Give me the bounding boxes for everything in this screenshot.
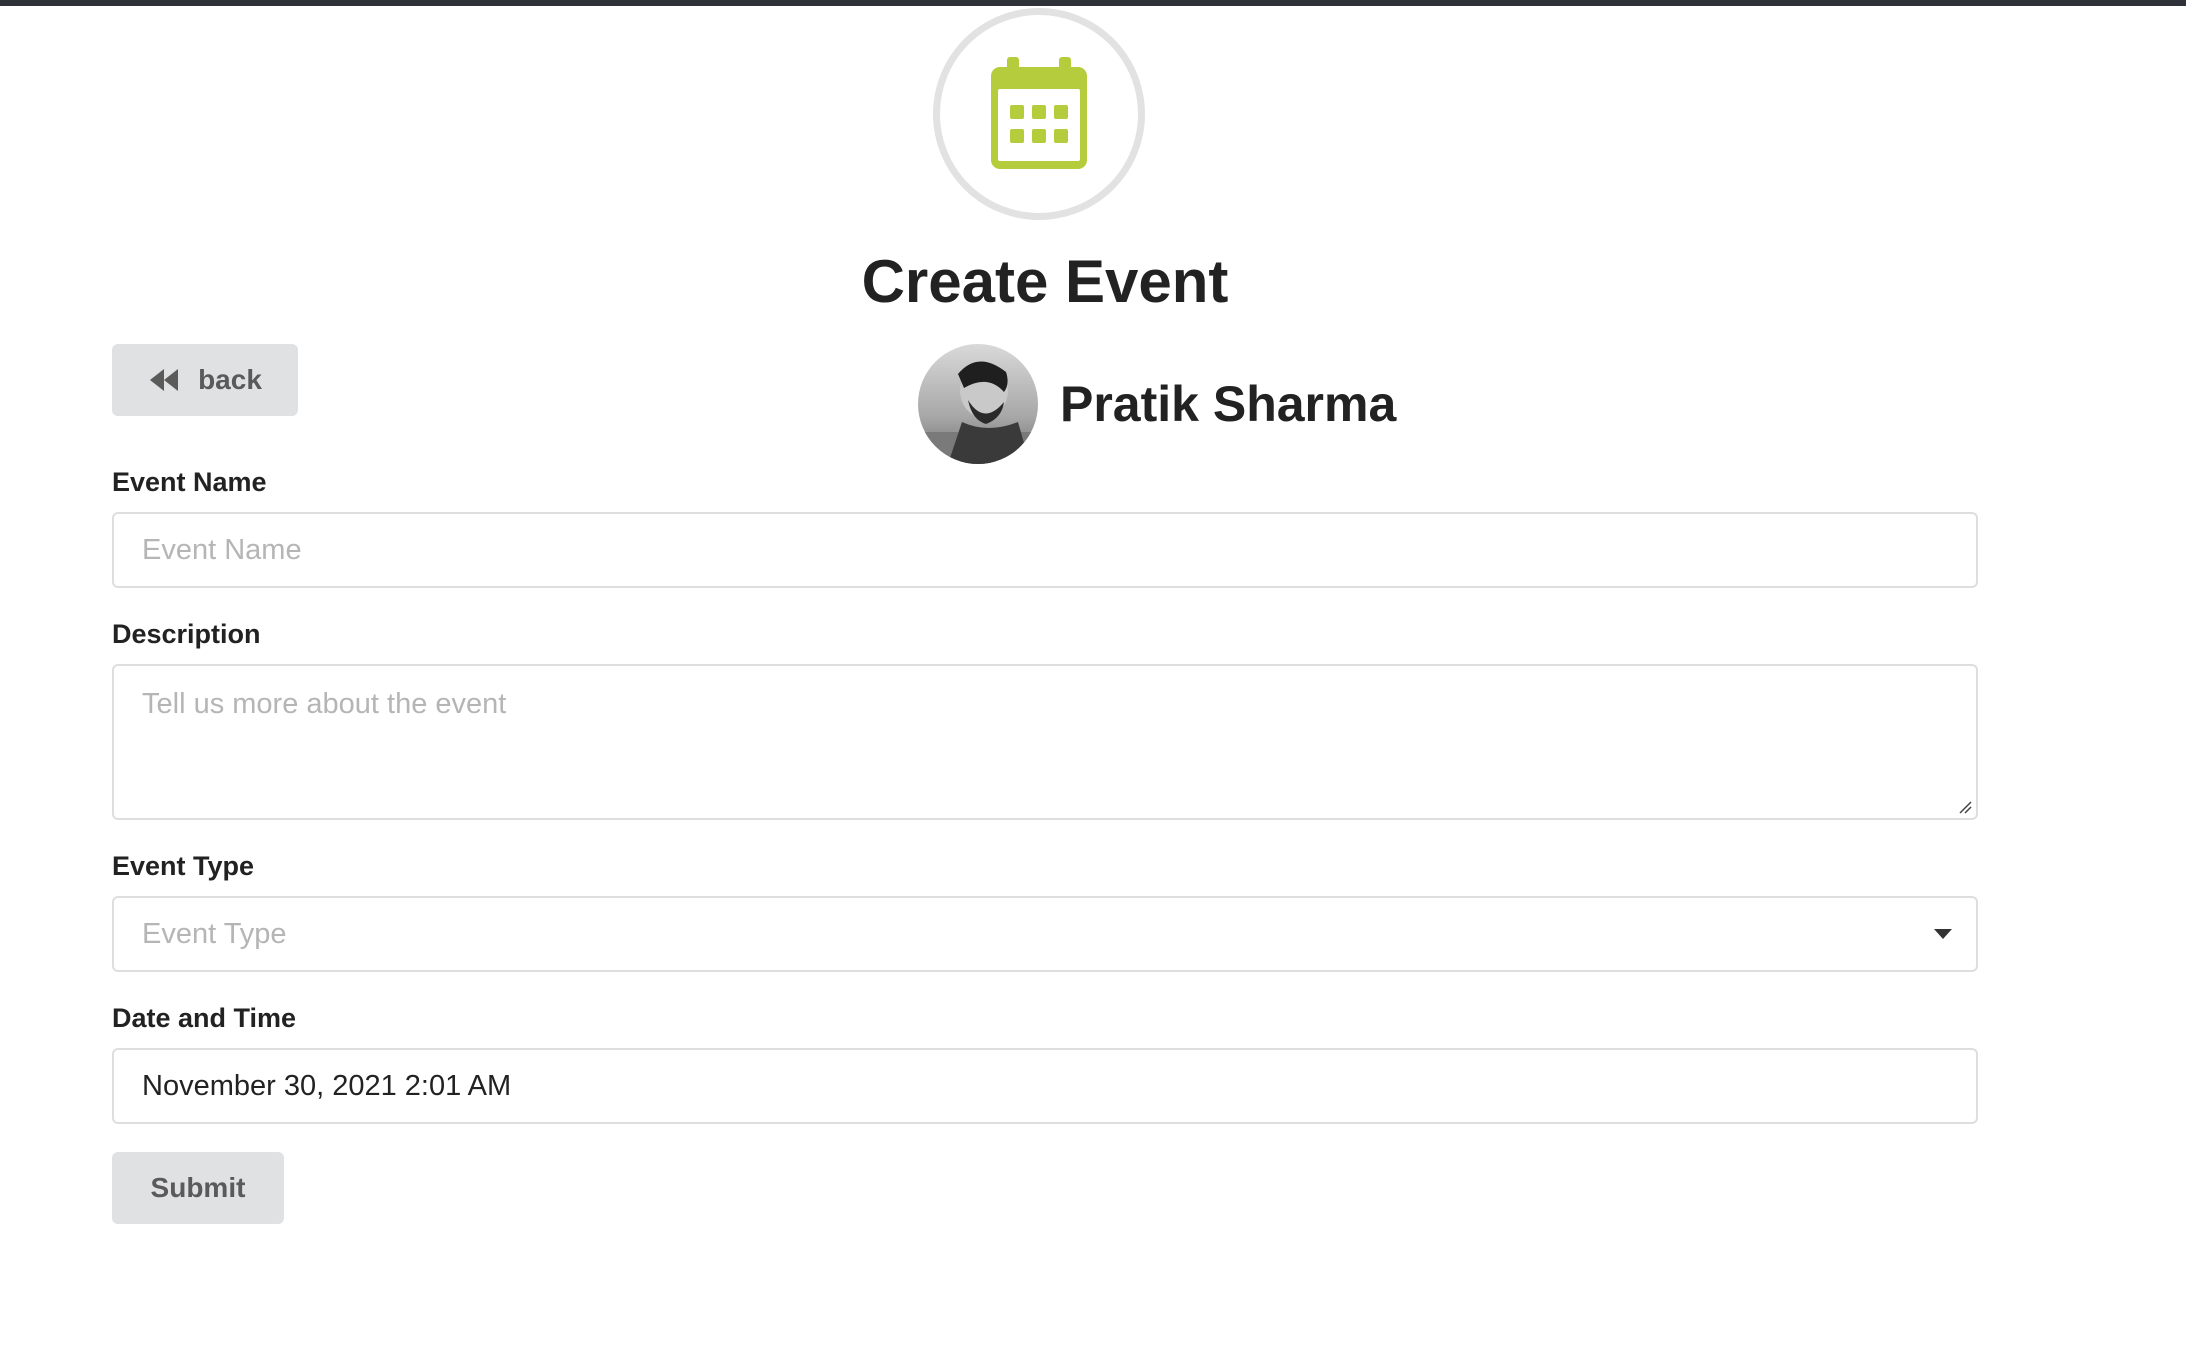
resize-handle-icon[interactable] [1956,798,1972,814]
event-type-select[interactable]: Event Type [112,896,1978,972]
event-name-label: Event Name [112,467,267,497]
event-type-label: Event Type [112,851,255,881]
submit-button[interactable]: Submit [112,1152,284,1224]
date-time-value: November 30, 2021 2:01 AM [142,1069,512,1102]
event-type-placeholder: Event Type [142,917,287,950]
calendar-icon-circle [933,8,1145,220]
back-button-label: back [198,364,262,395]
back-button[interactable]: back [112,344,298,416]
event-name-placeholder: Event Name [142,533,302,566]
user-name: Pratik Sharma [1060,376,1397,432]
page-title: Create Event [861,248,1229,315]
description-placeholder: Tell us more about the event [142,688,507,720]
description-textarea[interactable]: Tell us more about the event [112,664,1978,820]
description-label: Description [112,619,261,649]
backward-icon [148,369,180,391]
date-time-input[interactable]: November 30, 2021 2:01 AM [112,1048,1978,1124]
calendar-icon [991,57,1087,169]
caret-down-icon [1934,929,1952,939]
date-time-label: Date and Time [112,1003,297,1033]
user-info: Pratik Sharma [918,344,1396,464]
event-name-input[interactable]: Event Name [112,512,1978,588]
avatar [918,344,1038,464]
create-event-page: Create Event back Pratik Sharma Event Na… [112,0,1978,1370]
